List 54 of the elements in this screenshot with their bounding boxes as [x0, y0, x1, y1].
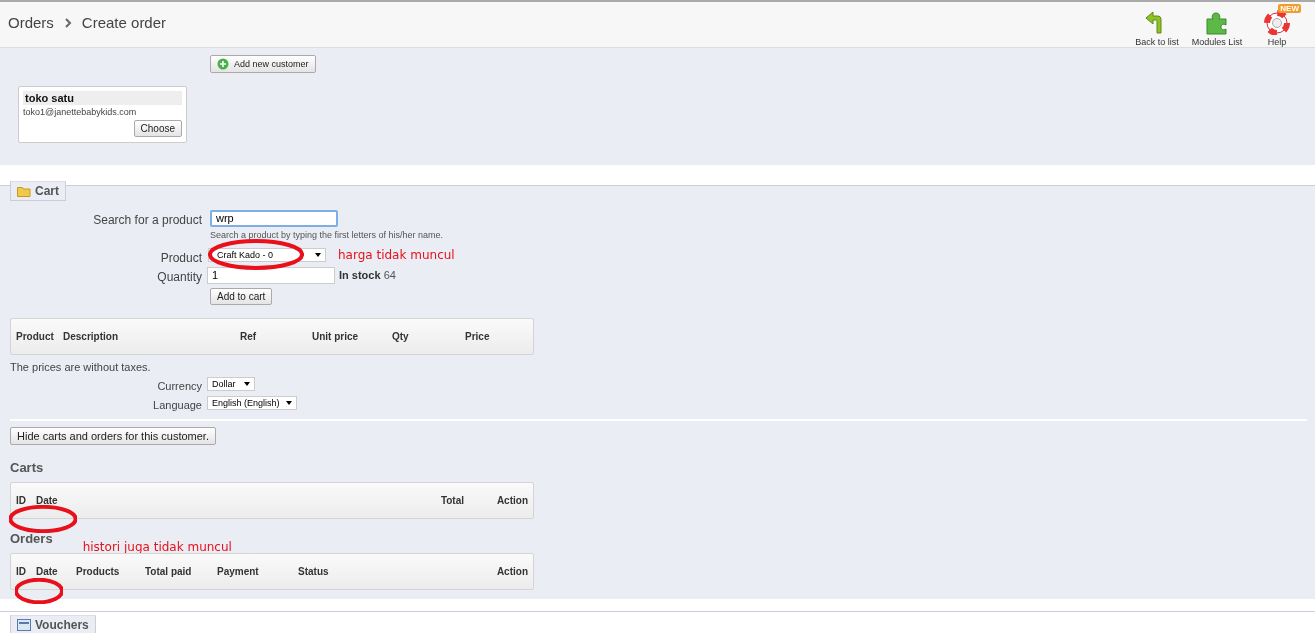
column-header: ID [16, 494, 27, 506]
search-field[interactable]: wrp [210, 209, 338, 227]
column-header: Description [63, 330, 119, 342]
toolbar-button[interactable]: Back to list [1129, 3, 1185, 47]
customer-email: toko1@janettebabykids.com [23, 107, 138, 117]
folder-icon [17, 185, 31, 197]
customer-name: toko satu [23, 91, 182, 105]
column-header: Products [76, 565, 121, 577]
column-header: Total [440, 494, 466, 506]
stock-text: In stock 64 [339, 269, 396, 281]
toolbar-button[interactable]: Modules List [1189, 3, 1245, 47]
column-header: ID [16, 565, 27, 577]
field-label: Quantity [156, 268, 203, 284]
column-header: Action [496, 494, 528, 506]
lifebuoy-icon [1264, 9, 1290, 35]
add-to-cart-button[interactable]: Add to cart [210, 287, 273, 305]
toolbar-button[interactable]: NEW Help [1249, 3, 1305, 47]
dropdown-caret-icon [286, 400, 292, 405]
column-header: Price [465, 330, 491, 342]
annotation-text: harga tidak muncul [338, 247, 455, 262]
add-customer-button[interactable]: Add new customer [210, 55, 316, 73]
voucher-icon [17, 618, 31, 631]
chevron-icon [63, 17, 72, 28]
puzzle-icon [1204, 11, 1230, 35]
section-heading: Carts [10, 459, 45, 475]
column-header: Action [496, 565, 528, 577]
breadcrumb-item[interactable]: Orders [8, 14, 54, 31]
currency-dropdown[interactable]: Dollar [207, 376, 255, 391]
hide-history-button[interactable]: Hide carts and orders for this customer. [10, 426, 216, 445]
column-header: Date [36, 494, 59, 506]
plus-icon [217, 58, 229, 70]
column-header: Date [36, 565, 59, 577]
language-dropdown[interactable]: English (English) [207, 395, 297, 410]
breadcrumb-item: Create order [81, 14, 167, 31]
help-text: Search a product by typing the first letters of his/her name. [210, 229, 444, 240]
dropdown-caret-icon [315, 252, 321, 257]
field-label: Currency [156, 378, 203, 392]
column-header: Status [298, 565, 330, 577]
column-header: Unit price [312, 330, 360, 342]
choose-button[interactable]: Choose [133, 120, 182, 137]
field-label: Language [152, 397, 203, 411]
product-dropdown[interactable]: Craft Kado - 0 [208, 247, 326, 262]
section-heading: Orders [10, 530, 53, 546]
field-label: Search for a product [92, 211, 203, 227]
field-label: Product [159, 249, 203, 265]
quantity-field[interactable]: 1 [207, 266, 335, 284]
column-header: Total paid [145, 565, 193, 577]
column-header: Qty [392, 330, 410, 342]
new-badge: NEW [1278, 4, 1301, 13]
column-header: Ref [240, 330, 258, 342]
dropdown-caret-icon [244, 381, 250, 386]
note-text: The prices are without taxes. [10, 360, 152, 373]
column-header: Payment [217, 565, 260, 577]
column-header: Product [16, 330, 55, 342]
